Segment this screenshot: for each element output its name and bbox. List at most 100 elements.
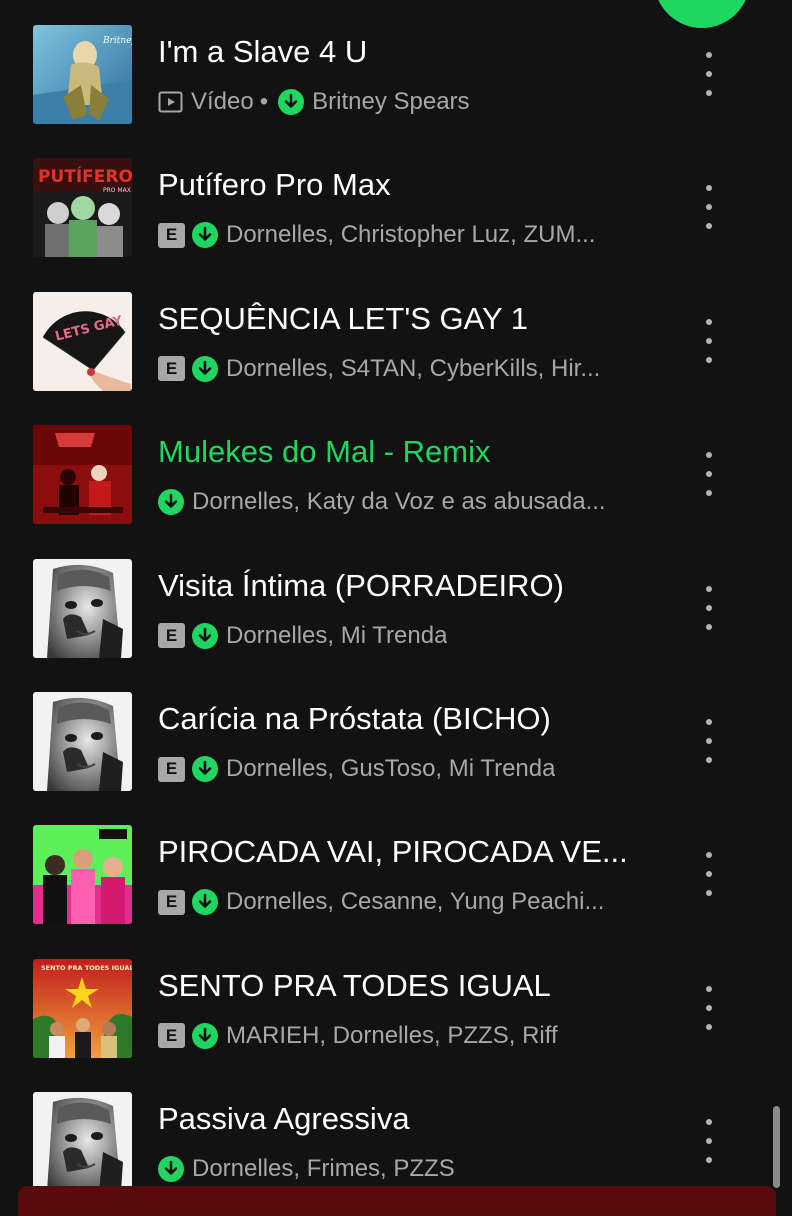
downloaded-icon: [192, 889, 218, 916]
more-dot-icon: [706, 1004, 712, 1011]
downloaded-icon: [158, 1156, 184, 1183]
more-dot-icon: [706, 337, 712, 344]
more-dot-icon: [706, 623, 712, 630]
video-icon: [158, 91, 183, 113]
more-dot-icon: [706, 471, 712, 478]
more-dot-icon: [706, 1119, 712, 1126]
explicit-badge: E: [158, 1023, 185, 1049]
track-subtitle: E Dornelles, Mi Trenda: [158, 619, 634, 653]
track-artists: Dornelles, GusToso, Mi Trenda: [226, 755, 556, 782]
more-options-button[interactable]: [692, 185, 726, 230]
more-dot-icon: [706, 52, 712, 58]
track-subtitle: Dornelles, Katy da Voz e as abusada...: [158, 485, 634, 519]
track-artists: Dornelles, Frimes, PZZS: [192, 1155, 455, 1183]
more-dot-icon: [706, 738, 712, 744]
track-title: SENTO PRA TODES IGUAL: [158, 967, 551, 1003]
album-cover-bw-portrait: [33, 1092, 132, 1192]
track-subtitle: E Dornelles, GusToso, Mi Trenda: [158, 752, 634, 786]
explicit-badge: E: [158, 756, 185, 782]
track-title: Visita Íntima (PORRADEIRO): [158, 567, 564, 603]
more-options-button[interactable]: [692, 318, 726, 363]
more-dot-icon: [706, 871, 712, 878]
more-dot-icon: [706, 318, 712, 325]
album-cover-sento: SENTO PRA TODES IGUAL: [33, 958, 132, 1058]
track-subtitle: Vídeo • Britney Spears: [158, 85, 634, 119]
track-artists: Dornelles, S4TAN, CyberKills, Hir...: [226, 354, 601, 382]
more-dot-icon: [706, 585, 712, 592]
track-row[interactable]: Britney I'm a Slave 4 U Vídeo• Britney Spea…: [0, 0, 792, 133]
more-dot-icon: [706, 852, 712, 859]
track-title: Putífero Pro Max: [158, 167, 391, 203]
track-subtitle: E Dornelles, Christopher Luz, ZUM...: [158, 218, 634, 252]
album-cover-bw-portrait: [33, 558, 132, 658]
track-row[interactable]: PUTÍFERO PRO MAX Putífero Pro Max E Dornel…: [0, 133, 792, 266]
mini-player[interactable]: [18, 1186, 776, 1216]
more-options-button[interactable]: [692, 719, 726, 763]
track-artists: MARIEH, Dornelles, PZZS, Riff: [226, 1021, 558, 1049]
album-cover-pirocada: [33, 825, 132, 925]
more-dot-icon: [706, 1138, 712, 1145]
explicit-badge: E: [158, 356, 185, 382]
explicit-badge: E: [158, 889, 185, 915]
track-row[interactable]: PIROCADA VAI, PIROCADA VE... E Dornelles, …: [0, 800, 792, 933]
album-cover-putifero: PUTÍFERO PRO MAX: [33, 158, 132, 258]
downloaded-icon: [192, 355, 218, 382]
downloaded-icon: [192, 222, 218, 249]
album-cover-lets-gay: LETS GAY: [33, 291, 132, 391]
downloaded-icon: [278, 89, 305, 115]
more-options-button[interactable]: [692, 452, 726, 497]
more-dot-icon: [706, 490, 712, 497]
type-label: Vídeo: [191, 88, 254, 115]
track-artists: Dornelles, Cesanne, Yung Peachi...: [226, 888, 605, 916]
more-dot-icon: [706, 890, 712, 897]
more-dot-icon: [706, 719, 712, 725]
more-options-button[interactable]: [692, 852, 726, 897]
track-subtitle: Dornelles, Frimes, PZZS: [158, 1152, 634, 1186]
track-row[interactable]: Mulekes do Mal - Remix Dornelles, Katy da…: [0, 400, 792, 533]
more-dot-icon: [706, 757, 712, 763]
track-row[interactable]: Passiva Agressiva Dornelles, Frimes, PZZS: [0, 1067, 792, 1200]
more-dot-icon: [706, 985, 712, 992]
more-dot-icon: [706, 185, 712, 192]
track-title: I'm a Slave 4 U: [158, 34, 368, 69]
more-dot-icon: [706, 604, 712, 611]
svg-text:PUTÍFERO: PUTÍFERO: [38, 165, 132, 187]
more-dot-icon: [706, 356, 712, 363]
track-artists: Britney Spears: [312, 88, 470, 115]
track-row[interactable]: Carícia na Próstata (BICHO) E Dornelles, G…: [0, 667, 792, 800]
track-row[interactable]: Visita Íntima (PORRADEIRO) E Dornelles, Mi…: [0, 534, 792, 667]
track-row[interactable]: LETS GAY SEQUÊNCIA LET'S GAY 1 E Dornelles…: [0, 267, 792, 400]
track-title: PIROCADA VAI, PIROCADA VE...: [158, 834, 628, 870]
downloaded-icon: [192, 756, 218, 782]
track-subtitle: E Dornelles, Cesanne, Yung Peachi...: [158, 885, 634, 919]
more-dot-icon: [706, 1023, 712, 1030]
svg-text:Britney: Britney: [102, 36, 132, 46]
track-row[interactable]: SENTO PRA TODES IGUAL SENTO PRA TODES IG…: [0, 934, 792, 1067]
track-title: SEQUÊNCIA LET'S GAY 1: [158, 300, 529, 336]
more-options-button[interactable]: [692, 985, 726, 1030]
more-options-button[interactable]: [692, 1119, 726, 1164]
track-artists: Dornelles, Mi Trenda: [226, 621, 448, 649]
separator-dot: •: [259, 88, 269, 115]
svg-text:SENTO PRA TODES IGUAL: SENTO PRA TODES IGUAL: [41, 964, 132, 972]
track-artists: Dornelles, Christopher Luz, ZUM...: [226, 221, 596, 249]
track-subtitle: E MARIEH, Dornelles, PZZS, Riff: [158, 1019, 634, 1053]
track-subtitle: E Dornelles, S4TAN, CyberKills, Hir...: [158, 352, 634, 386]
album-cover-bw-portrait: [33, 692, 132, 791]
more-dot-icon: [706, 71, 712, 77]
scrollbar-thumb[interactable]: [773, 1106, 780, 1188]
more-options-button[interactable]: [692, 52, 726, 96]
more-options-button[interactable]: [692, 585, 726, 630]
track-title: Carícia na Próstata (BICHO): [158, 701, 551, 736]
more-dot-icon: [706, 1157, 712, 1164]
explicit-badge: E: [158, 623, 185, 649]
track-artists: Dornelles, Katy da Voz e as abusada...: [192, 488, 606, 516]
more-dot-icon: [706, 452, 712, 459]
explicit-badge: E: [158, 222, 185, 248]
more-dot-icon: [706, 204, 712, 211]
track-title: Mulekes do Mal - Remix: [158, 434, 491, 470]
album-cover-mulekes: [33, 425, 132, 525]
downloaded-icon: [192, 1022, 218, 1049]
downloaded-icon: [158, 489, 184, 516]
album-cover-britney: Britney: [33, 25, 132, 124]
